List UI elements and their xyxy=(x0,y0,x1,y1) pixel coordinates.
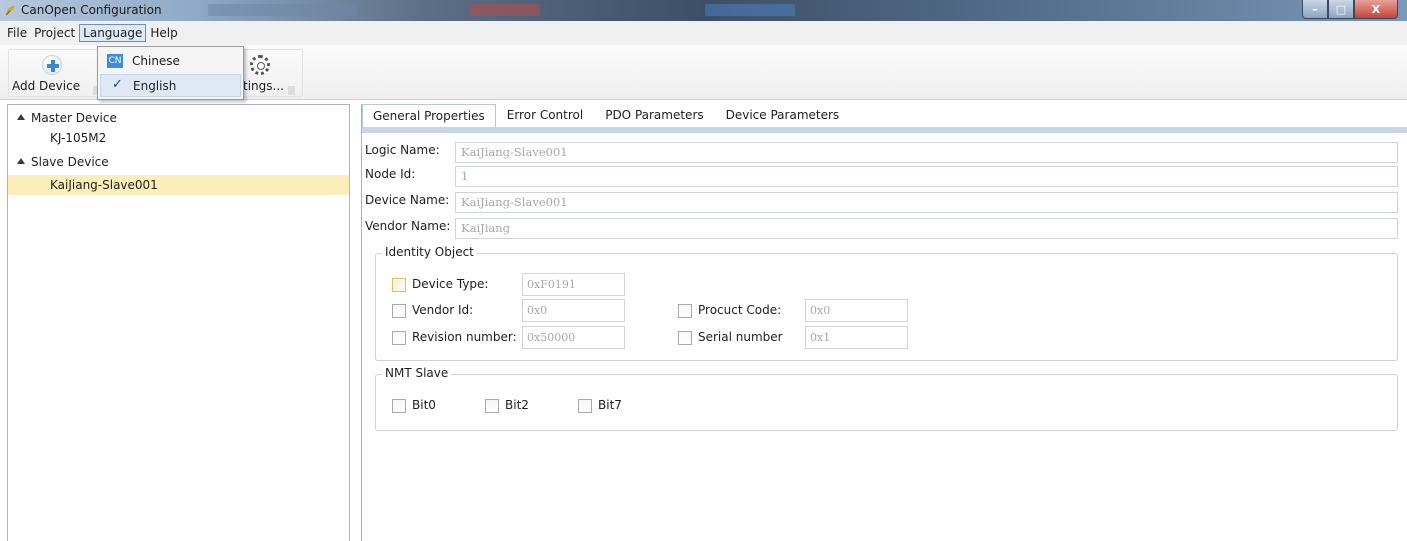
general-properties-content: Logic Name: KaiJiang-Slave001 Node Id: 1… xyxy=(362,133,1407,541)
background-taskbar-item xyxy=(705,4,795,16)
revision-number-field[interactable]: 0x50000 xyxy=(522,326,625,349)
node-id-field[interactable]: 1 xyxy=(455,166,1398,187)
revision-number-checkbox[interactable] xyxy=(392,331,406,345)
tab-pdo-parameters[interactable]: PDO Parameters xyxy=(594,104,714,127)
menu-help[interactable]: Help xyxy=(147,24,180,42)
menu-project[interactable]: Project xyxy=(31,24,78,42)
window-title: CanOpen Configuration xyxy=(21,3,162,17)
menu-language[interactable]: Language xyxy=(79,24,147,42)
vendor-name-field[interactable]: KaiJiang xyxy=(455,218,1398,239)
device-name-field[interactable]: KaiJiang-Slave001 xyxy=(455,192,1398,213)
app-icon xyxy=(5,6,15,16)
vendor-id-field[interactable]: 0x0 xyxy=(522,299,625,322)
identity-object-group: Identity Object Device Type: 0xF0191 Ven… xyxy=(375,245,1398,361)
add-device-label: Add Device xyxy=(12,79,81,93)
add-icon xyxy=(42,55,62,75)
device-type-checkbox[interactable] xyxy=(392,278,406,292)
gear-icon xyxy=(250,55,270,75)
tab-error-control[interactable]: Error Control xyxy=(496,104,594,127)
product-code-field[interactable]: 0x0 xyxy=(805,299,908,322)
language-option-label: English xyxy=(133,79,177,93)
tree-node-label: Slave Device xyxy=(31,155,109,169)
device-type-label: Device Type: xyxy=(412,277,489,291)
settings-dropdown-arrow[interactable] xyxy=(288,86,295,95)
device-tree: Master Device KJ-105M2 Slave Device KaiJ… xyxy=(7,104,350,541)
nmt-slave-title: NMT Slave xyxy=(382,366,452,380)
vendor-name-label: Vendor Name: xyxy=(365,219,451,233)
node-id-label: Node Id: xyxy=(365,167,416,181)
menu-file[interactable]: File xyxy=(4,24,30,42)
serial-number-field[interactable]: 0x1 xyxy=(805,326,908,349)
collapse-triangle-icon[interactable] xyxy=(17,114,25,120)
device-name-label: Device Name: xyxy=(365,193,450,207)
product-code-checkbox[interactable] xyxy=(678,304,692,318)
settings-label: tings... xyxy=(243,79,284,93)
tab-device-parameters[interactable]: Device Parameters xyxy=(715,104,851,127)
bit0-label: Bit0 xyxy=(412,398,436,412)
tree-node-slave-device[interactable]: Slave Device xyxy=(17,152,109,172)
close-button[interactable]: X xyxy=(1354,0,1398,19)
maximize-button[interactable]: □ xyxy=(1328,0,1354,19)
device-type-field[interactable]: 0xF0191 xyxy=(522,273,625,296)
vendor-id-checkbox[interactable] xyxy=(392,304,406,318)
identity-object-title: Identity Object xyxy=(382,245,477,259)
title-bar: CanOpen Configuration – □ X xyxy=(0,0,1407,21)
language-option-chinese[interactable]: CN Chinese xyxy=(100,50,241,73)
serial-number-label: Serial number xyxy=(698,330,783,344)
minimize-button[interactable]: – xyxy=(1302,0,1328,19)
collapse-triangle-icon[interactable] xyxy=(17,158,25,164)
bit7-checkbox[interactable] xyxy=(578,399,592,413)
tab-general-properties[interactable]: General Properties xyxy=(362,104,496,127)
background-taskbar-item xyxy=(470,4,540,16)
window-controls: – □ X xyxy=(1302,0,1398,19)
bit0-checkbox[interactable] xyxy=(392,399,406,413)
nmt-slave-group: NMT Slave Bit0 Bit2 Bit7 xyxy=(375,366,1398,431)
background-taskbar-item xyxy=(208,4,358,16)
bit2-label: Bit2 xyxy=(505,398,529,412)
properties-panel: General Properties Error Control PDO Par… xyxy=(361,104,1407,541)
tree-node-master-child[interactable]: KJ-105M2 xyxy=(50,128,106,148)
revision-number-label: Revision number: xyxy=(412,330,517,344)
tree-node-label: KaiJiang-Slave001 xyxy=(50,178,158,192)
bit2-checkbox[interactable] xyxy=(485,399,499,413)
check-icon: ✓ xyxy=(112,77,123,92)
logic-name-field[interactable]: KaiJiang-Slave001 xyxy=(455,142,1398,163)
bit7-label: Bit7 xyxy=(598,398,622,412)
tree-node-label: Master Device xyxy=(31,111,117,125)
language-option-english[interactable]: ✓ English xyxy=(100,74,241,97)
cn-flag-icon: CN xyxy=(107,54,123,68)
language-option-label: Chinese xyxy=(132,54,180,68)
tab-bar: General Properties Error Control PDO Par… xyxy=(362,104,850,127)
logic-name-label: Logic Name: xyxy=(365,143,440,157)
tree-node-label: KJ-105M2 xyxy=(50,131,107,145)
menu-bar: File Project Language Help xyxy=(0,21,1407,45)
product-code-label: Procuct Code: xyxy=(698,303,782,317)
vendor-id-label: Vendor Id: xyxy=(412,303,474,317)
tree-node-slave-child[interactable]: KaiJiang-Slave001 xyxy=(8,175,349,195)
add-device-button[interactable]: Add Device xyxy=(9,53,93,97)
serial-number-checkbox[interactable] xyxy=(678,331,692,345)
language-dropdown: CN Chinese ✓ English xyxy=(97,46,244,100)
tree-node-master-device[interactable]: Master Device xyxy=(17,108,117,128)
